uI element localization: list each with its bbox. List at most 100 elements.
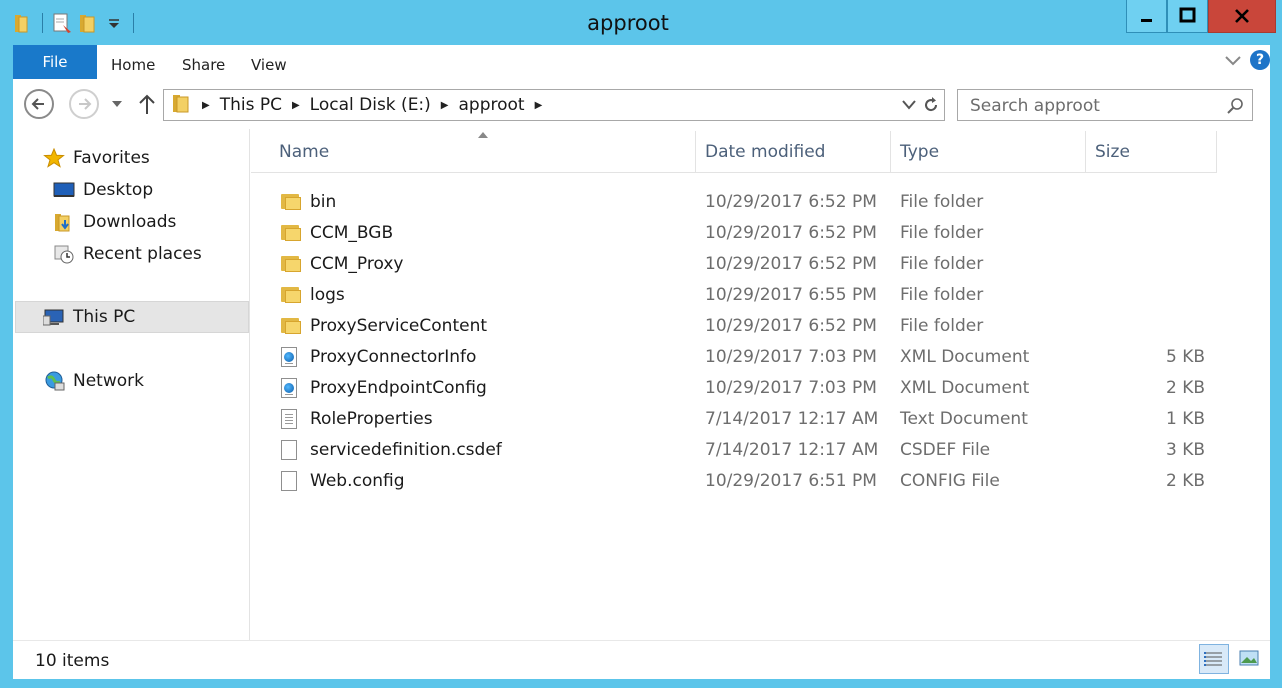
file-row[interactable]: ProxyConnectorInfo 10/29/2017 7:03 PM XML …	[251, 342, 1217, 373]
file-row[interactable]: CCM_Proxy 10/29/2017 6:52 PM File folder	[251, 249, 1217, 280]
file-date: 10/29/2017 6:52 PM	[705, 223, 877, 243]
file-row[interactable]: ProxyEndpointConfig 10/29/2017 7:03 PM XML…	[251, 373, 1217, 404]
xml-document-icon	[281, 378, 301, 398]
nav-desktop[interactable]: Desktop	[53, 175, 153, 205]
network-icon	[43, 371, 65, 391]
file-type: File folder	[900, 316, 984, 336]
status-bar: 10 items	[13, 640, 1270, 680]
ribbon-right-controls: ?	[1224, 50, 1270, 70]
file-name: bin	[310, 192, 337, 212]
file-name: CCM_Proxy	[310, 254, 404, 274]
file-type: CONFIG File	[900, 471, 1000, 491]
tab-share[interactable]: Share	[182, 56, 225, 74]
up-arrow-icon[interactable]	[137, 92, 157, 118]
item-count: 10 items	[35, 651, 110, 671]
explorer-window: approot File Home Share View ? ▶ This PC…	[0, 0, 1282, 688]
star-icon	[43, 147, 65, 168]
breadcrumb-local-disk[interactable]: Local Disk (E:)	[310, 95, 431, 115]
breadcrumb-arrow-icon[interactable]: ▶	[535, 100, 543, 111]
nav-this-pc[interactable]: This PC	[42, 302, 136, 332]
file-name: ProxyServiceContent	[310, 316, 488, 336]
details-view-button[interactable]	[1199, 644, 1229, 674]
file-size: 1 KB	[1165, 409, 1205, 429]
tab-file[interactable]: File	[13, 45, 97, 79]
search-box[interactable]	[957, 89, 1253, 121]
help-icon[interactable]: ?	[1250, 50, 1270, 70]
file-type: File folder	[900, 223, 984, 243]
downloads-icon	[53, 212, 75, 232]
address-row: ▶ This PC ▶ Local Disk (E:) ▶ approot ▶	[13, 79, 1270, 129]
file-row[interactable]: RoleProperties 7/14/2017 12:17 AM Text Doc…	[251, 404, 1217, 435]
file-row[interactable]: Web.config 10/29/2017 6:51 PM CONFIG File 2…	[251, 466, 1217, 497]
nav-network[interactable]: Network	[43, 366, 144, 396]
folder-icon	[281, 223, 301, 243]
blank-file-icon	[281, 440, 301, 460]
file-row[interactable]: ProxyServiceContent 10/29/2017 6:52 PM Fil…	[251, 311, 1217, 342]
desktop-icon	[53, 180, 75, 200]
minimize-icon	[1140, 19, 1152, 22]
nav-network-label: Network	[73, 371, 144, 391]
forward-arrow-icon	[79, 98, 92, 110]
back-button[interactable]	[24, 89, 54, 119]
file-date: 10/29/2017 7:03 PM	[705, 378, 877, 398]
maximize-icon	[1179, 7, 1195, 23]
address-dropdown-icon[interactable]	[902, 99, 916, 111]
column-header-type[interactable]: Type	[891, 131, 1086, 172]
breadcrumb-arrow-icon[interactable]: ▶	[202, 100, 210, 111]
window-title: approot	[587, 11, 669, 35]
large-icons-view-icon	[1239, 650, 1259, 666]
tab-view[interactable]: View	[251, 56, 287, 74]
column-header-date[interactable]: Date modified	[696, 131, 891, 172]
refresh-icon[interactable]	[922, 96, 940, 114]
breadcrumb-arrow-icon[interactable]: ▶	[441, 100, 449, 111]
file-date: 10/29/2017 7:03 PM	[705, 347, 877, 367]
breadcrumb-this-pc[interactable]: This PC	[220, 95, 282, 115]
file-type: XML Document	[900, 378, 1030, 398]
file-row[interactable]: servicedefinition.csdef 7/14/2017 12:17 A…	[251, 435, 1217, 466]
file-size: 2 KB	[1165, 471, 1205, 491]
window-controls	[1126, 0, 1276, 33]
nav-desktop-label: Desktop	[83, 180, 154, 200]
file-list: Name Date modified Type Size bin 10/29/20…	[251, 129, 1270, 640]
file-date: 10/29/2017 6:52 PM	[705, 192, 877, 212]
file-date: 7/14/2017 12:17 AM	[705, 409, 879, 429]
nav-favorites[interactable]: Favorites	[43, 143, 150, 173]
nav-recent-places[interactable]: Recent places	[53, 239, 202, 269]
recent-locations-icon[interactable]	[111, 99, 123, 109]
file-date: 10/29/2017 6:52 PM	[705, 316, 877, 336]
search-icon[interactable]	[1226, 97, 1244, 115]
nav-downloads[interactable]: Downloads	[53, 207, 176, 237]
nav-this-pc-label: This PC	[73, 307, 136, 327]
close-icon	[1235, 9, 1249, 23]
search-input[interactable]	[968, 95, 1222, 117]
tab-home[interactable]: Home	[111, 56, 155, 74]
minimize-button[interactable]	[1126, 0, 1167, 33]
large-icons-view-button[interactable]	[1235, 644, 1265, 674]
maximize-button[interactable]	[1167, 0, 1208, 33]
file-name: Web.config	[310, 471, 405, 491]
column-header-size[interactable]: Size	[1086, 131, 1217, 172]
folder-icon	[170, 92, 192, 119]
file-size: 3 KB	[1165, 440, 1205, 460]
title-bar[interactable]: approot	[0, 0, 1282, 45]
file-date: 10/29/2017 6:52 PM	[705, 254, 877, 274]
file-name: logs	[310, 285, 345, 305]
file-type: CSDEF File	[900, 440, 991, 460]
close-button[interactable]	[1208, 0, 1276, 33]
file-row[interactable]: logs 10/29/2017 6:55 PM File folder	[251, 280, 1217, 311]
file-row[interactable]: bin 10/29/2017 6:52 PM File folder	[251, 187, 1217, 218]
back-arrow-icon	[31, 98, 44, 110]
address-bar[interactable]: ▶ This PC ▶ Local Disk (E:) ▶ approot ▶	[163, 89, 945, 121]
folder-icon	[281, 254, 301, 274]
file-name: RoleProperties	[310, 409, 433, 429]
folder-icon	[281, 316, 301, 336]
breadcrumb-arrow-icon[interactable]: ▶	[292, 100, 300, 111]
file-date: 10/29/2017 6:51 PM	[705, 471, 877, 491]
file-size: 5 KB	[1165, 347, 1205, 367]
breadcrumb-approot[interactable]: approot	[459, 95, 525, 115]
expand-ribbon-icon[interactable]	[1224, 51, 1242, 69]
column-header-name[interactable]: Name	[251, 131, 696, 172]
file-date: 7/14/2017 12:17 AM	[705, 440, 879, 460]
forward-button[interactable]	[69, 89, 99, 119]
file-row[interactable]: CCM_BGB 10/29/2017 6:52 PM File folder	[251, 218, 1217, 249]
